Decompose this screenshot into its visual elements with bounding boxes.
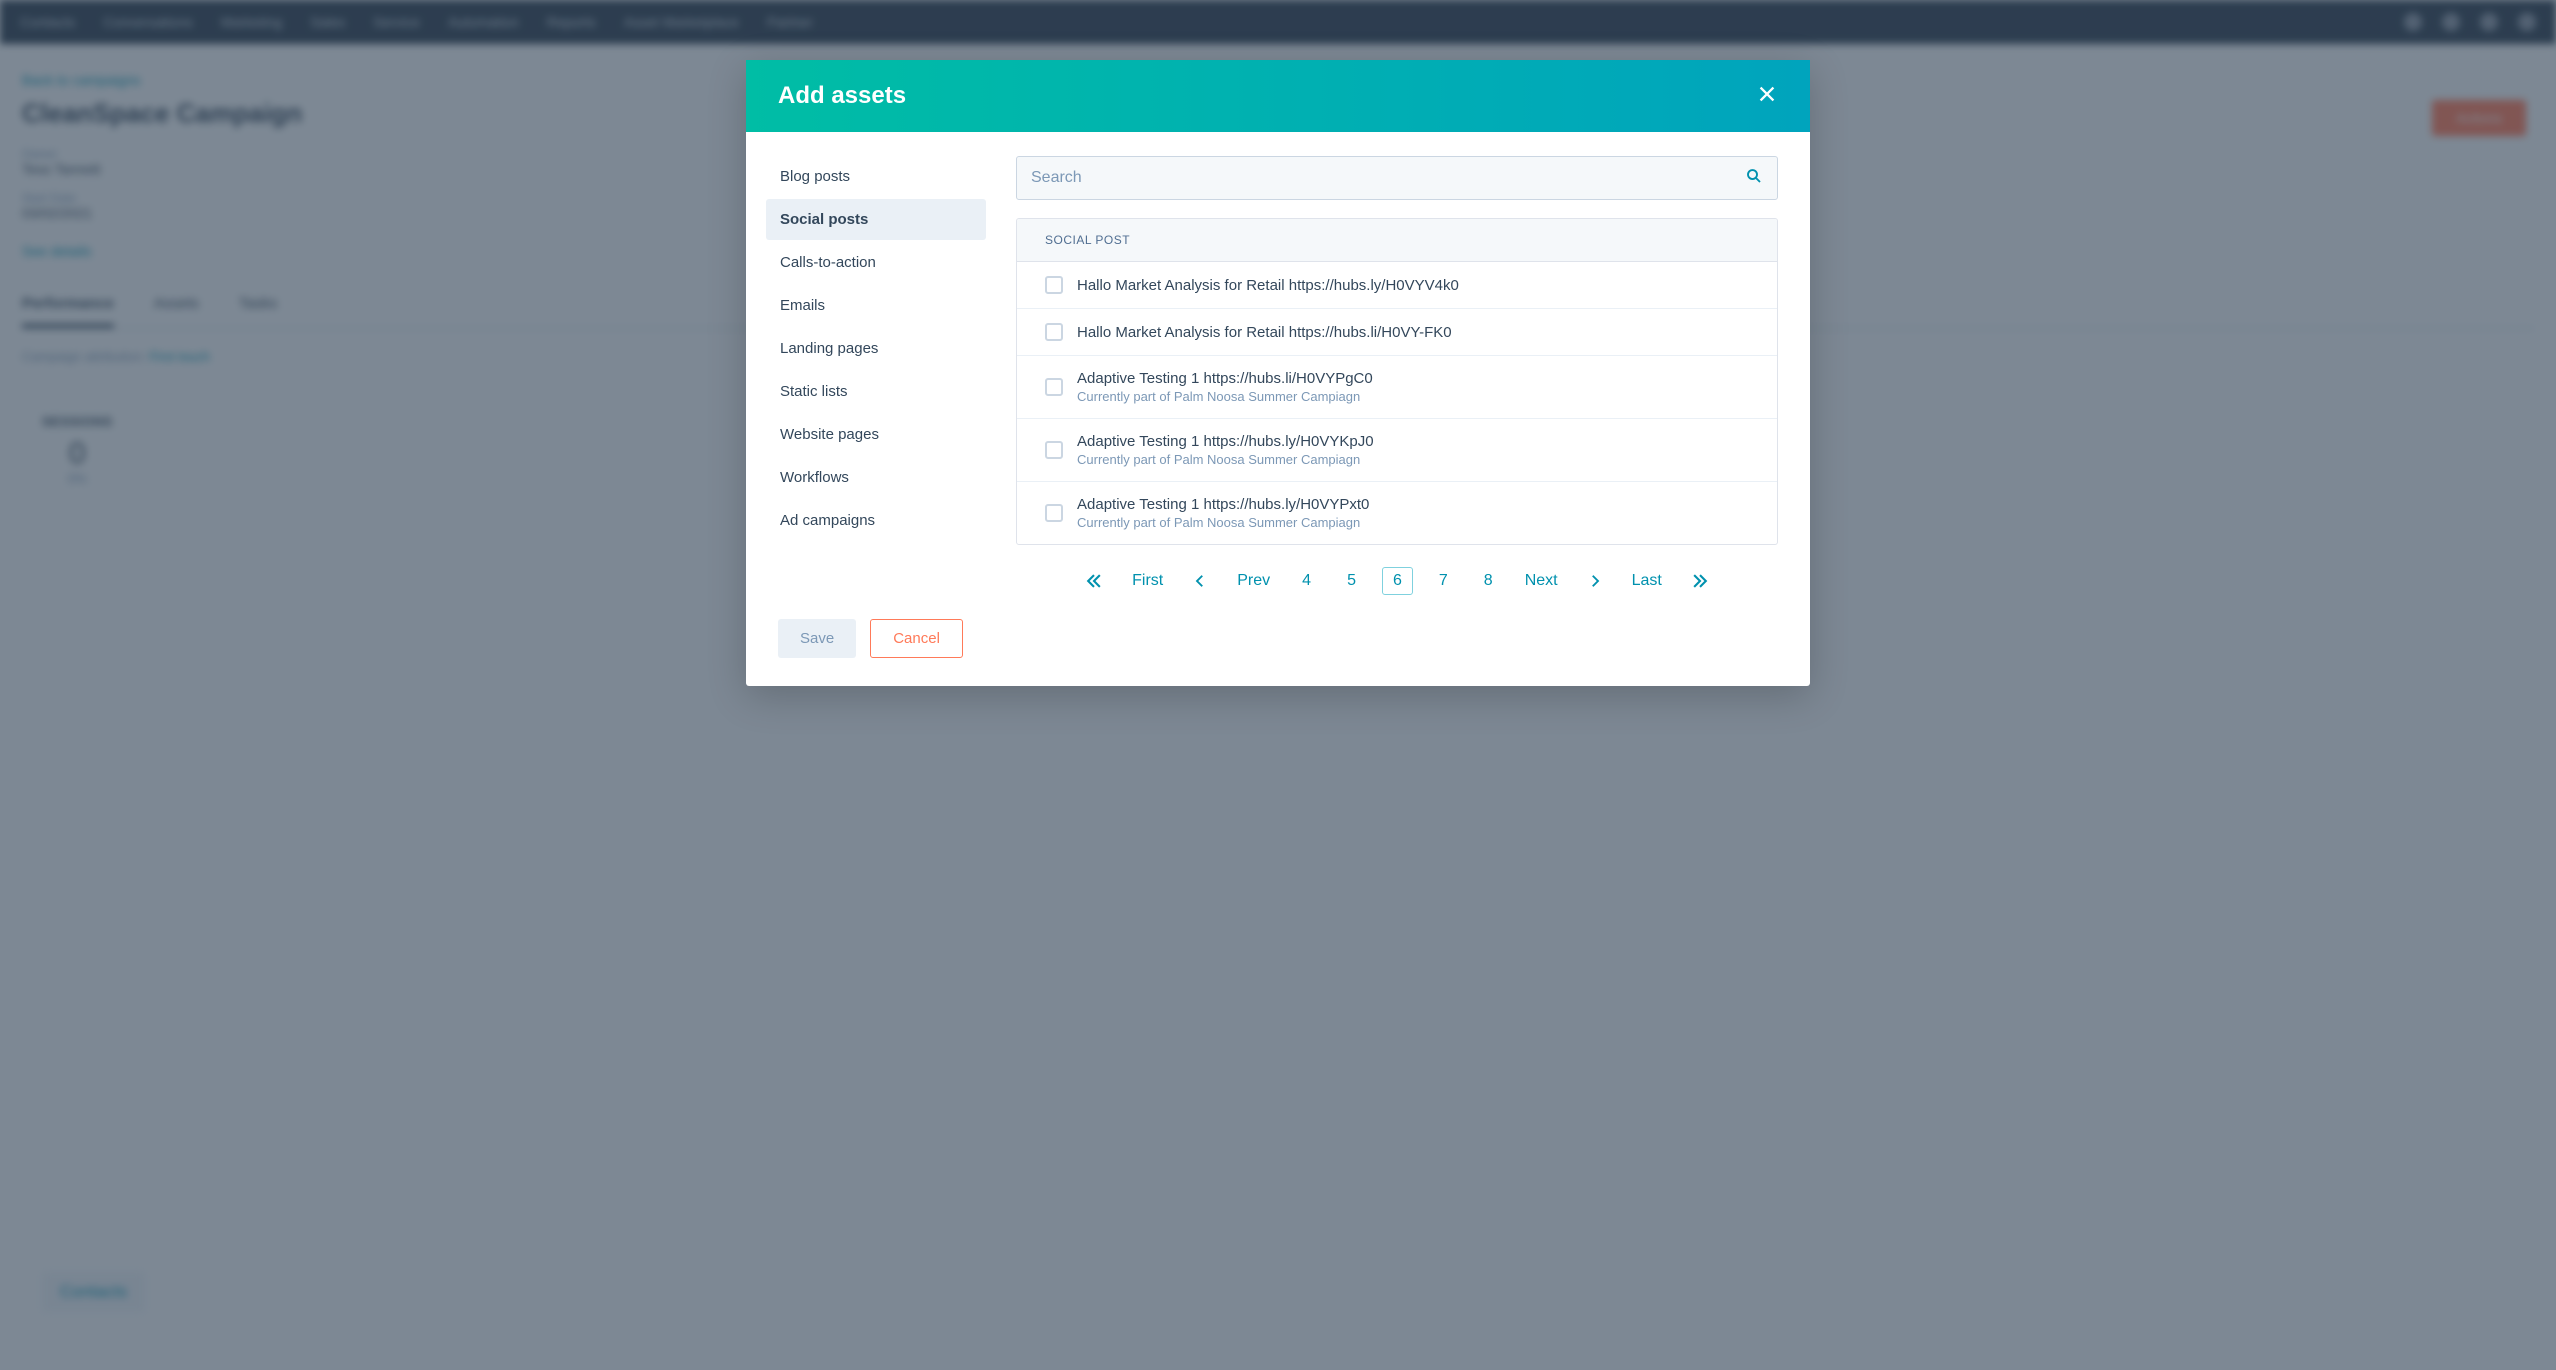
next-page-icon[interactable] <box>1580 568 1610 594</box>
category-blog-posts[interactable]: Blog posts <box>766 156 986 197</box>
row-title: Hallo Market Analysis for Retail https:/… <box>1077 277 1459 294</box>
next-page-button[interactable]: Next <box>1519 568 1564 594</box>
row-checkbox[interactable] <box>1045 441 1063 459</box>
row-text: Adaptive Testing 1 https://hubs.ly/H0VYK… <box>1077 433 1374 467</box>
page-6[interactable]: 6 <box>1382 567 1413 595</box>
search-icon[interactable] <box>1745 167 1763 190</box>
modal-body: Blog posts Social posts Calls-to-action … <box>746 132 1810 619</box>
row-checkbox[interactable] <box>1045 378 1063 396</box>
category-ad-campaigns[interactable]: Ad campaigns <box>766 500 986 541</box>
last-page-icon[interactable] <box>1684 567 1716 595</box>
row-subtitle: Currently part of Palm Noosa Summer Camp… <box>1077 452 1374 467</box>
category-list: Blog posts Social posts Calls-to-action … <box>766 156 986 595</box>
pagination: First Prev 4 5 6 7 8 Next Last <box>1016 563 1778 595</box>
row-subtitle: Currently part of Palm Noosa Summer Camp… <box>1077 389 1373 404</box>
page-5[interactable]: 5 <box>1337 568 1366 594</box>
table-row: Hallo Market Analysis for Retail https:/… <box>1017 309 1777 356</box>
right-pane: SOCIAL POST Hallo Market Analysis for Re… <box>1016 156 1778 595</box>
first-page-icon[interactable] <box>1078 567 1110 595</box>
category-social-posts[interactable]: Social posts <box>766 199 986 240</box>
row-checkbox[interactable] <box>1045 276 1063 294</box>
row-title: Adaptive Testing 1 https://hubs.ly/H0VYK… <box>1077 433 1374 450</box>
save-button[interactable]: Save <box>778 619 856 658</box>
row-title: Adaptive Testing 1 https://hubs.li/H0VYP… <box>1077 370 1373 387</box>
page-4[interactable]: 4 <box>1292 568 1321 594</box>
row-title: Hallo Market Analysis for Retail https:/… <box>1077 324 1452 341</box>
row-text: Hallo Market Analysis for Retail https:/… <box>1077 324 1452 341</box>
page-7[interactable]: 7 <box>1429 568 1458 594</box>
category-emails[interactable]: Emails <box>766 285 986 326</box>
category-calls-to-action[interactable]: Calls-to-action <box>766 242 986 283</box>
last-page-button[interactable]: Last <box>1626 568 1668 594</box>
category-workflows[interactable]: Workflows <box>766 457 986 498</box>
cancel-button[interactable]: Cancel <box>870 619 963 658</box>
modal-footer: Save Cancel <box>746 619 1810 686</box>
close-icon <box>1756 83 1778 110</box>
modal-header: Add assets <box>746 60 1810 132</box>
modal-title: Add assets <box>778 82 906 110</box>
row-text: Adaptive Testing 1 https://hubs.ly/H0VYP… <box>1077 496 1369 530</box>
search-box <box>1016 156 1778 200</box>
category-website-pages[interactable]: Website pages <box>766 414 986 455</box>
table-header: SOCIAL POST <box>1017 219 1777 262</box>
add-assets-modal: Add assets Blog posts Social posts Calls… <box>746 60 1810 686</box>
search-input[interactable] <box>1031 169 1745 187</box>
table-row: Adaptive Testing 1 https://hubs.li/H0VYP… <box>1017 356 1777 419</box>
prev-page-button[interactable]: Prev <box>1231 568 1276 594</box>
row-checkbox[interactable] <box>1045 504 1063 522</box>
asset-table: SOCIAL POST Hallo Market Analysis for Re… <box>1016 218 1778 545</box>
row-text: Hallo Market Analysis for Retail https:/… <box>1077 277 1459 294</box>
table-row: Adaptive Testing 1 https://hubs.ly/H0VYK… <box>1017 419 1777 482</box>
modal-overlay: Add assets Blog posts Social posts Calls… <box>0 0 2556 1370</box>
table-row: Hallo Market Analysis for Retail https:/… <box>1017 262 1777 309</box>
prev-page-icon[interactable] <box>1185 568 1215 594</box>
close-button[interactable] <box>1756 83 1778 110</box>
row-checkbox[interactable] <box>1045 323 1063 341</box>
row-text: Adaptive Testing 1 https://hubs.li/H0VYP… <box>1077 370 1373 404</box>
table-row: Adaptive Testing 1 https://hubs.ly/H0VYP… <box>1017 482 1777 544</box>
category-landing-pages[interactable]: Landing pages <box>766 328 986 369</box>
first-page-button[interactable]: First <box>1126 568 1169 594</box>
row-title: Adaptive Testing 1 https://hubs.ly/H0VYP… <box>1077 496 1369 513</box>
row-subtitle: Currently part of Palm Noosa Summer Camp… <box>1077 515 1369 530</box>
category-static-lists[interactable]: Static lists <box>766 371 986 412</box>
page-8[interactable]: 8 <box>1474 568 1503 594</box>
